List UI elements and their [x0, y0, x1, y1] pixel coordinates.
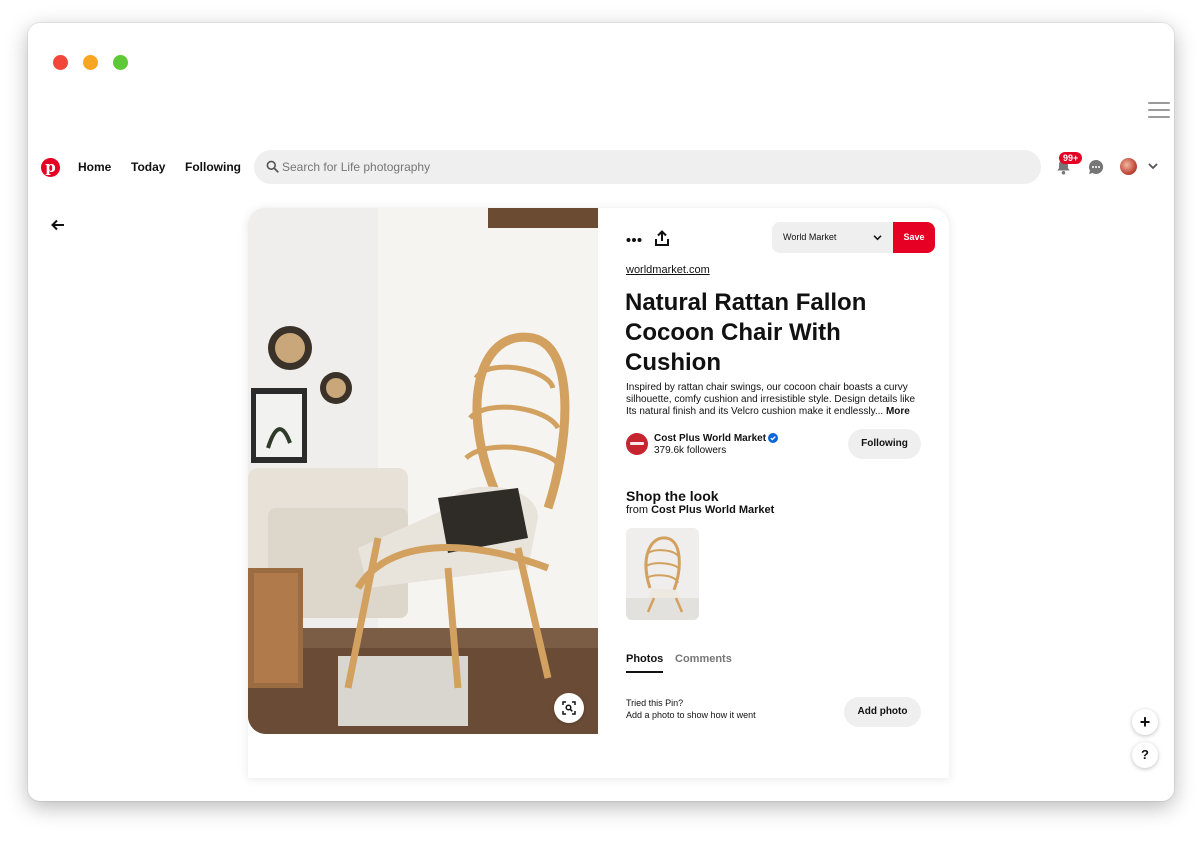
verified-icon [768, 433, 778, 443]
creator-avatar[interactable] [626, 433, 648, 455]
following-button[interactable]: Following [848, 429, 921, 459]
pin-description-text: Inspired by rattan chair swings, our coc… [626, 382, 916, 417]
visual-search-icon [562, 701, 576, 715]
nav-today-link[interactable]: Today [131, 160, 165, 174]
create-button[interactable]: + [1132, 709, 1158, 735]
share-icon[interactable] [655, 230, 669, 246]
more-dots-icon[interactable] [626, 237, 642, 243]
top-nav: p Home Today Following 99+ [28, 150, 1174, 184]
pin-closeup-card: World Market Save worldmarket.com Natura… [248, 208, 949, 778]
shop-product-thumbnail[interactable] [626, 528, 699, 620]
nav-home-link[interactable]: Home [78, 160, 111, 174]
maximize-window-button[interactable] [113, 55, 128, 70]
shop-from-name[interactable]: Cost Plus World Market [651, 504, 774, 516]
menu-icon[interactable] [1148, 102, 1170, 118]
search-input[interactable] [282, 150, 1022, 184]
shop-source: from Cost Plus World Market [626, 504, 774, 516]
search-icon [266, 160, 279, 173]
source-link[interactable]: worldmarket.com [626, 264, 710, 276]
add-photo-button[interactable]: Add photo [844, 697, 921, 727]
minimize-window-button[interactable] [83, 55, 98, 70]
tried-pin-prompt: Tried this Pin? Add a photo to show how … [626, 697, 756, 721]
tried-pin-question: Tried this Pin? [626, 698, 684, 708]
save-button[interactable]: Save [893, 222, 935, 253]
back-arrow-icon[interactable] [51, 219, 65, 231]
shop-the-look-title: Shop the look [626, 488, 719, 504]
messages-icon[interactable] [1088, 159, 1104, 175]
pin-title: Natural Rattan Fallon Cocoon Chair With … [625, 289, 867, 376]
more-link[interactable]: More [886, 406, 910, 417]
user-avatar[interactable] [1120, 158, 1137, 175]
follower-count: 379.6k followers [654, 445, 727, 456]
shop-from-prefix: from [626, 504, 648, 516]
tried-pin-hint: Add a photo to show how it went [626, 710, 756, 720]
board-select-label: World Market [783, 232, 837, 242]
visual-search-button[interactable] [554, 693, 584, 723]
tab-photos[interactable]: Photos [626, 653, 663, 665]
browser-window: p Home Today Following 99+ [28, 23, 1174, 801]
active-tab-indicator [626, 671, 663, 673]
chevron-down-icon[interactable] [1148, 162, 1158, 170]
chevron-down-icon [873, 235, 882, 241]
pin-image[interactable] [248, 208, 598, 734]
creator-name[interactable]: Cost Plus World Market [654, 433, 766, 444]
product-image [626, 528, 699, 620]
board-select[interactable]: World Market [772, 222, 893, 253]
notifications-badge: 99+ [1059, 152, 1083, 164]
close-window-button[interactable] [53, 55, 68, 70]
help-button[interactable]: ? [1132, 742, 1158, 768]
pin-image-illustration [248, 208, 598, 734]
tab-comments[interactable]: Comments [675, 653, 732, 665]
search-bar[interactable] [254, 150, 1041, 184]
pin-description: Inspired by rattan chair swings, our coc… [626, 382, 926, 418]
nav-following-link[interactable]: Following [185, 160, 241, 174]
window-controls [53, 55, 128, 70]
pinterest-logo[interactable]: p [41, 158, 60, 177]
